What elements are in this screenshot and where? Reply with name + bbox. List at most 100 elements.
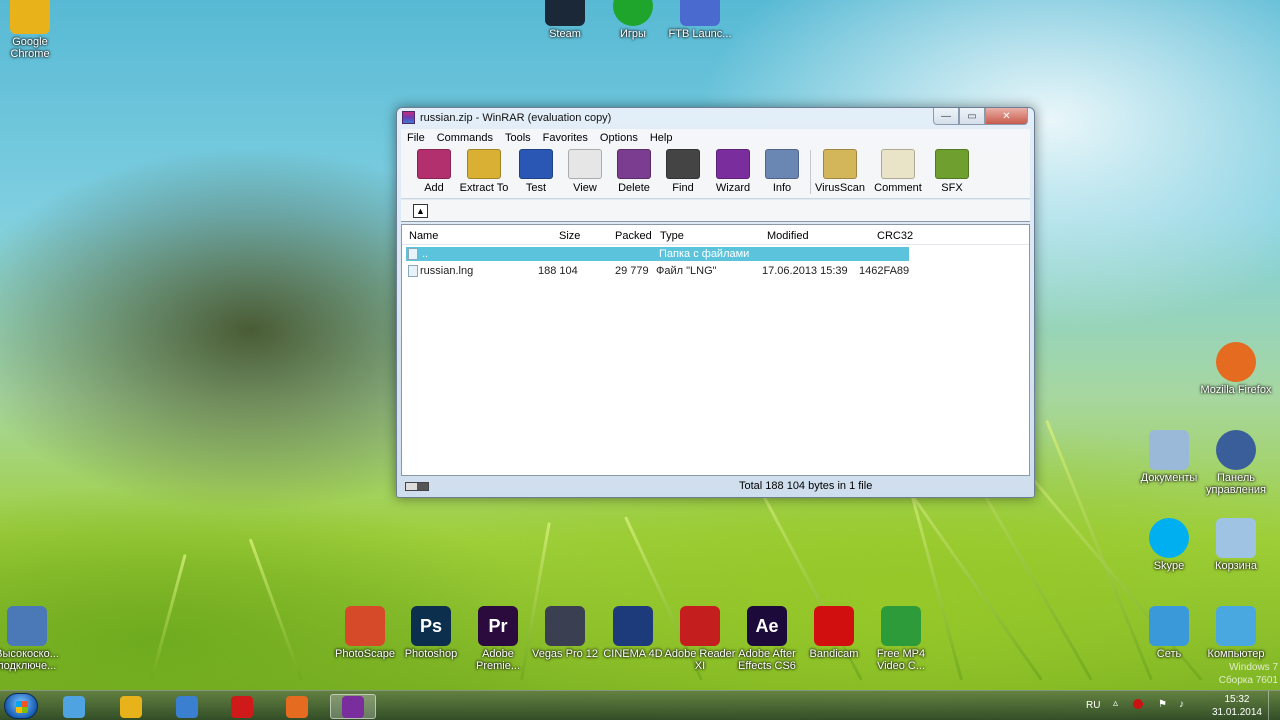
toolbar-test-button[interactable]: Test <box>509 149 563 194</box>
desktop-icon-games[interactable]: Игры <box>595 0 671 40</box>
maximize-button[interactable]: ▭ <box>959 108 985 125</box>
toolbar-comment-button[interactable]: Comment <box>871 149 925 194</box>
status-total: Total 188 104 bytes in 1 file <box>739 480 873 492</box>
games-icon <box>613 0 653 26</box>
menu-file[interactable]: File <box>401 132 431 144</box>
taskbar-winrar-button[interactable] <box>330 694 376 719</box>
column-modified[interactable]: Modified <box>767 230 809 242</box>
taskbar-opera-button[interactable] <box>219 694 265 719</box>
close-button[interactable]: ✕ <box>985 108 1028 125</box>
menu-bar: File Commands Tools Favorites Options He… <box>401 129 1030 146</box>
column-name[interactable]: Name <box>409 230 438 242</box>
toolbar-find-button[interactable]: Find <box>656 149 710 194</box>
taskbar-explorer-button[interactable] <box>51 694 97 719</box>
window-title: russian.zip - WinRAR (evaluation copy) <box>420 112 612 124</box>
menu-tools[interactable]: Tools <box>499 132 537 144</box>
comment-icon <box>881 149 915 179</box>
taskbar-media-button[interactable] <box>164 694 210 719</box>
firefox-icon <box>1216 342 1256 382</box>
desktop-icon-bandicam[interactable]: Bandicam <box>796 606 872 660</box>
delete-icon <box>617 149 651 179</box>
column-packed[interactable]: Packed <box>615 230 652 242</box>
desktop-icon-vegas[interactable]: Vegas Pro 12 <box>527 606 603 660</box>
toolbar-wizard-button[interactable]: Wizard <box>706 149 760 194</box>
column-size[interactable]: Size <box>559 230 580 242</box>
toolbar-view-button[interactable]: View <box>558 149 612 194</box>
media-player-icon <box>176 695 198 718</box>
desktop-icon-skype[interactable]: Skype <box>1131 518 1207 572</box>
sfx-icon <box>935 149 969 179</box>
table-row-parent[interactable]: .. Папка с файлами <box>406 247 909 261</box>
view-book-icon <box>568 149 602 179</box>
skype-icon <box>1149 518 1189 558</box>
desktop-icon-ftb[interactable]: FTB Launc... <box>662 0 738 40</box>
recycle-bin-icon <box>1216 518 1256 558</box>
language-indicator[interactable]: RU <box>1086 700 1100 711</box>
explorer-icon <box>63 695 85 718</box>
desktop-icon-recycle-bin[interactable]: Корзина <box>1198 518 1274 572</box>
desktop-icon-network[interactable]: Сеть <box>1131 606 1207 660</box>
menu-options[interactable]: Options <box>594 132 644 144</box>
control-panel-icon <box>1216 430 1256 470</box>
desktop-icon-premiere[interactable]: Pr Adobe Premie... <box>460 606 536 672</box>
winrar-window[interactable]: russian.zip - WinRAR (evaluation copy) —… <box>396 107 1035 498</box>
record-tray-icon[interactable] <box>1133 699 1143 709</box>
desktop-icon-photoscape[interactable]: PhotoScape <box>327 606 403 660</box>
cinema4d-icon <box>613 606 653 646</box>
ftb-icon <box>680 0 720 26</box>
toolbar-add-button[interactable]: Add <box>407 149 461 194</box>
chrome-icon <box>120 695 142 718</box>
toolbar-delete-button[interactable]: Delete <box>607 149 661 194</box>
desktop-icon-after-effects[interactable]: Ae Adobe After Effects CS6 <box>729 606 805 672</box>
toolbar: Add Extract To Test View Delete Find Wizard Inf… <box>401 146 1030 199</box>
toolbar-separator <box>810 150 811 194</box>
desktop-icon-control-panel[interactable]: Панель управления <box>1198 430 1274 496</box>
toolbar-info-button[interactable]: Info <box>755 149 809 194</box>
clock[interactable]: 15:32 31.01.2014 <box>1212 693 1262 719</box>
menu-commands[interactable]: Commands <box>431 132 499 144</box>
list-header: Name Size Packed Type Modified CRC32 <box>402 225 1029 245</box>
file-icon <box>408 265 418 277</box>
column-type[interactable]: Type <box>660 230 684 242</box>
desktop-icon-documents[interactable]: Документы <box>1131 430 1207 484</box>
desktop-icon-broadband-connection[interactable]: Высокоско... подключе... <box>0 606 65 672</box>
file-list[interactable]: Name Size Packed Type Modified CRC32 .. … <box>401 224 1030 476</box>
toolbar-virusscan-button[interactable]: VirusScan <box>813 149 867 194</box>
drive-icon <box>405 482 429 491</box>
winrar-icon <box>402 111 415 124</box>
desktop-icon-chrome[interactable]: Google Chrome <box>0 0 68 60</box>
show-desktop-button[interactable] <box>1268 691 1280 720</box>
desktop-icon-adobe-reader[interactable]: Adobe Reader XI <box>662 606 738 672</box>
desktop-icon-mp4-converter[interactable]: Free MP4 Video C... <box>863 606 939 672</box>
tray-expand-icon[interactable]: ▵ <box>1113 698 1118 709</box>
desktop-icon-steam[interactable]: Steam <box>527 0 603 40</box>
taskbar-chrome-button[interactable] <box>108 694 154 719</box>
minimize-button[interactable]: — <box>933 108 959 125</box>
computer-icon <box>1216 606 1256 646</box>
taskbar-firefox-button[interactable] <box>274 694 320 719</box>
menu-help[interactable]: Help <box>644 132 679 144</box>
up-folder-button[interactable]: ▲ <box>413 204 428 218</box>
documents-icon <box>1149 430 1189 470</box>
start-button[interactable] <box>4 693 38 719</box>
column-crc32[interactable]: CRC32 <box>877 230 913 242</box>
premiere-icon: Pr <box>478 606 518 646</box>
steam-icon <box>545 0 585 26</box>
toolbar-sfx-button[interactable]: SFX <box>925 149 979 194</box>
info-icon <box>765 149 799 179</box>
status-bar: Total 188 104 bytes in 1 file <box>401 478 1030 495</box>
add-archive-icon <box>417 149 451 179</box>
flag-tray-icon[interactable]: ⚑ <box>1158 699 1167 710</box>
menu-favorites[interactable]: Favorites <box>537 132 594 144</box>
taskbar: RU ▵ ⚑ ♪ 15:32 31.01.2014 <box>0 690 1280 720</box>
broadband-connection-icon <box>7 606 47 646</box>
table-row[interactable]: russian.lng 188 104 29 779 Файл "LNG" 17… <box>406 264 909 278</box>
volume-tray-icon[interactable]: ♪ <box>1179 699 1184 710</box>
photoscape-icon <box>345 606 385 646</box>
desktop-icon-cinema4d[interactable]: CINEMA 4D <box>595 606 671 660</box>
desktop-icon-firefox[interactable]: Mozilla Firefox <box>1198 342 1274 396</box>
desktop-icon-computer[interactable]: Компьютер <box>1198 606 1274 660</box>
title-bar[interactable]: russian.zip - WinRAR (evaluation copy) —… <box>397 108 1034 128</box>
desktop-icon-photoshop[interactable]: Ps Photoshop <box>393 606 469 660</box>
toolbar-extract-to-button[interactable]: Extract To <box>457 149 511 194</box>
